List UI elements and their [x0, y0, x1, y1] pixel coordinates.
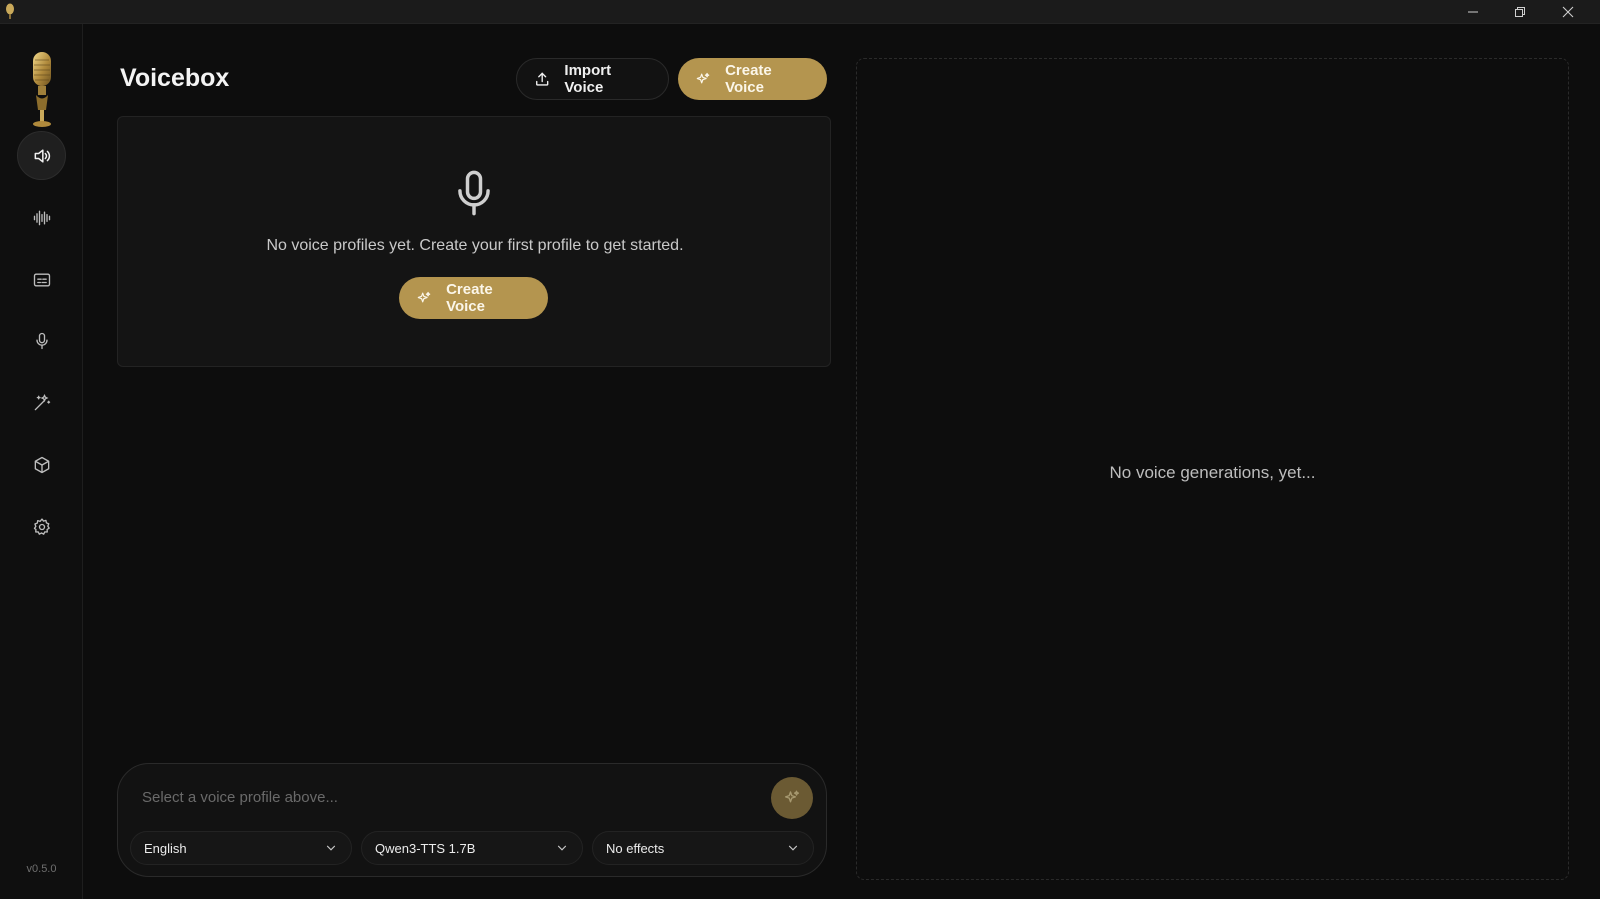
nav-captions[interactable]: [17, 255, 66, 304]
text-prompt-input[interactable]: [142, 783, 742, 811]
package-icon: [34, 456, 49, 473]
import-voice-label: Import Voice: [564, 62, 612, 96]
empty-profiles-message: No voice profiles yet. Create your first…: [266, 237, 684, 254]
empty-history-message: No voice generations, yet...: [1109, 463, 1316, 482]
effects-value: No effects: [606, 840, 665, 856]
effects-select[interactable]: No effects: [592, 831, 814, 865]
page-title: Voicebox: [120, 64, 230, 92]
language-value: English: [144, 840, 187, 856]
create-voice-empty-label: Create Voice: [446, 281, 493, 315]
create-voice-label: Create Voice: [725, 62, 772, 96]
voice-profiles-empty-state: No voice profiles yet. Create your first…: [117, 116, 831, 367]
speaker-icon: [34, 148, 50, 163]
close-window-button[interactable]: [1545, 0, 1591, 24]
microphone-icon: [35, 332, 48, 349]
magic-wand-icon: [34, 393, 50, 410]
sidebar: v0.5.0: [0, 24, 83, 899]
restore-button[interactable]: [1497, 0, 1543, 24]
model-value: Qwen3-TTS 1.7B: [375, 840, 476, 856]
sparkles-icon: [696, 72, 710, 83]
language-select[interactable]: English: [130, 831, 352, 865]
close-icon: [1562, 6, 1574, 18]
window-titlebar: [0, 0, 1600, 24]
create-voice-empty-button[interactable]: Create Voice: [399, 277, 548, 319]
restore-icon: [1515, 7, 1525, 17]
chevron-down-icon: [788, 845, 798, 851]
generate-button[interactable]: [771, 777, 813, 819]
app-version: v0.5.0: [26, 863, 57, 875]
upload-icon: [536, 72, 549, 86]
import-voice-button[interactable]: Import Voice: [516, 58, 669, 100]
create-voice-button[interactable]: Create Voice: [678, 58, 827, 100]
waveform-icon: [33, 210, 50, 225]
generation-composer: English Qwen3-TTS 1.7B No effects: [117, 763, 827, 877]
sparkles-icon: [417, 291, 431, 302]
minimize-button[interactable]: [1450, 0, 1496, 24]
generation-history-panel: No voice generations, yet...: [856, 58, 1569, 880]
chevron-down-icon: [557, 845, 567, 851]
settings-icon: [33, 517, 50, 535]
minimize-icon: [1468, 11, 1478, 13]
nav-settings[interactable]: [17, 502, 66, 551]
sparkles-icon: [784, 790, 800, 803]
nav-effects[interactable]: [17, 378, 66, 427]
model-select[interactable]: Qwen3-TTS 1.7B: [361, 831, 583, 865]
nav-audio[interactable]: [17, 193, 66, 242]
voicebox-logo: [33, 52, 51, 127]
nav-models[interactable]: [17, 440, 66, 489]
nav-voices[interactable]: [17, 316, 66, 365]
app-logo-icon: [6, 3, 14, 19]
nav-generate[interactable]: [17, 131, 66, 180]
microphone-icon: [458, 170, 490, 216]
captions-icon: [33, 273, 50, 286]
chevron-down-icon: [326, 845, 336, 851]
